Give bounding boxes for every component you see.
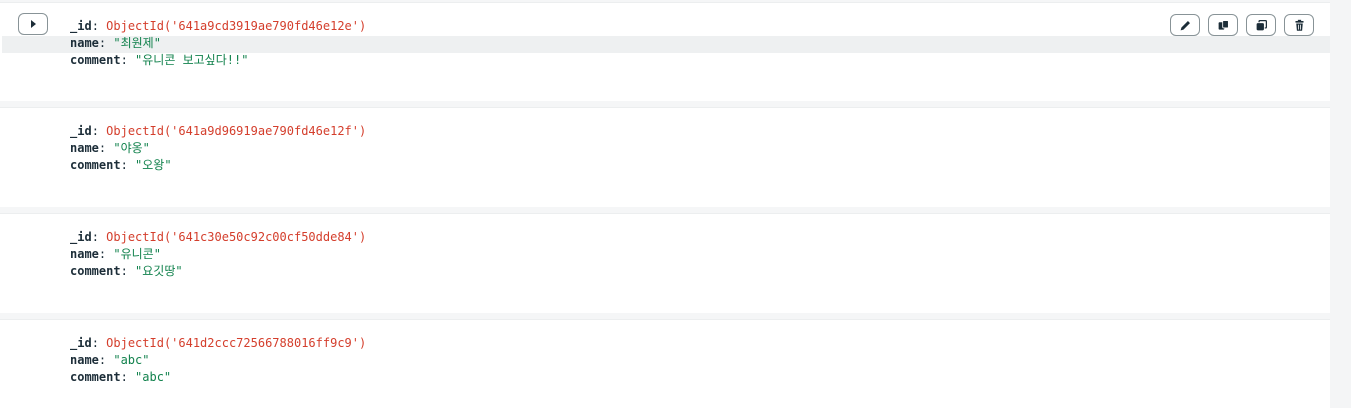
- field-value: "요깃땅": [135, 264, 183, 278]
- field-key: _id: [70, 124, 92, 138]
- pencil-icon: [1180, 20, 1190, 30]
- name-field[interactable]: name: "abc": [70, 352, 149, 369]
- delete-document-button[interactable]: [1284, 14, 1314, 36]
- document-card[interactable]: _id: ObjectId('641a9d96919ae790fd46e12f'…: [0, 107, 1330, 207]
- comment-field[interactable]: comment: "abc": [70, 369, 171, 386]
- field-key: comment: [70, 370, 121, 384]
- field-key: name: [70, 247, 99, 261]
- field-value: "유니콘": [113, 247, 161, 261]
- id-field[interactable]: _id: ObjectId('641d2ccc72566788016ff9c9'…: [70, 335, 366, 352]
- comment-field[interactable]: comment: "오왕": [70, 157, 172, 174]
- field-key: _id: [70, 19, 92, 33]
- vertical-scrollbar[interactable]: [1330, 0, 1351, 408]
- field-key: name: [70, 141, 99, 155]
- hovered-row-highlight: [2, 36, 1330, 53]
- edit-document-button[interactable]: [1170, 14, 1200, 36]
- id-field[interactable]: _id: ObjectId('641a9d96919ae790fd46e12f'…: [70, 123, 366, 140]
- field-value: "abc": [135, 370, 172, 384]
- field-value: ObjectId('641a9cd3919ae790fd46e12e'): [106, 19, 367, 33]
- field-value: ObjectId('641d2ccc72566788016ff9c9'): [106, 336, 367, 350]
- comment-field[interactable]: comment: "유니콘 보고싶다!!": [70, 52, 248, 69]
- documents-list: _id: ObjectId('641a9cd3919ae790fd46e12e'…: [0, 0, 1330, 408]
- field-key: comment: [70, 264, 121, 278]
- field-value: "야옹": [113, 141, 150, 155]
- field-value: "오왕": [135, 158, 172, 172]
- document-card[interactable]: _id: ObjectId('641d2ccc72566788016ff9c9'…: [0, 319, 1330, 408]
- id-field[interactable]: _id: ObjectId('641a9cd3919ae790fd46e12e'…: [70, 18, 366, 35]
- caret-right-icon: [30, 20, 36, 28]
- clone-document-button[interactable]: [1246, 14, 1276, 36]
- field-key: _id: [70, 336, 92, 350]
- copy-icon: [1218, 19, 1229, 30]
- field-key: _id: [70, 230, 92, 244]
- field-key: comment: [70, 53, 121, 67]
- copy-document-button[interactable]: [1208, 14, 1238, 36]
- clone-icon: [1256, 19, 1267, 30]
- expand-document-button[interactable]: [18, 13, 48, 35]
- id-field[interactable]: _id: ObjectId('641c30e50c92c00cf50dde84'…: [70, 229, 366, 246]
- name-field[interactable]: name: "최원제": [70, 35, 161, 52]
- document-actions: [1170, 14, 1314, 36]
- comment-field[interactable]: comment: "요깃땅": [70, 263, 183, 280]
- field-key: name: [70, 36, 99, 50]
- field-value: ObjectId('641a9d96919ae790fd46e12f'): [106, 124, 367, 138]
- field-value: "최원제": [113, 36, 161, 50]
- document-card[interactable]: _id: ObjectId('641a9cd3919ae790fd46e12e'…: [0, 2, 1330, 101]
- field-value: "abc": [113, 353, 150, 367]
- name-field[interactable]: name: "야옹": [70, 140, 150, 157]
- document-card[interactable]: _id: ObjectId('641c30e50c92c00cf50dde84'…: [0, 213, 1330, 313]
- name-field[interactable]: name: "유니콘": [70, 246, 161, 263]
- field-key: name: [70, 353, 99, 367]
- field-value: ObjectId('641c30e50c92c00cf50dde84'): [106, 230, 367, 244]
- field-value: "유니콘 보고싶다!!": [135, 53, 249, 67]
- trash-icon: [1294, 19, 1304, 31]
- field-key: comment: [70, 158, 121, 172]
